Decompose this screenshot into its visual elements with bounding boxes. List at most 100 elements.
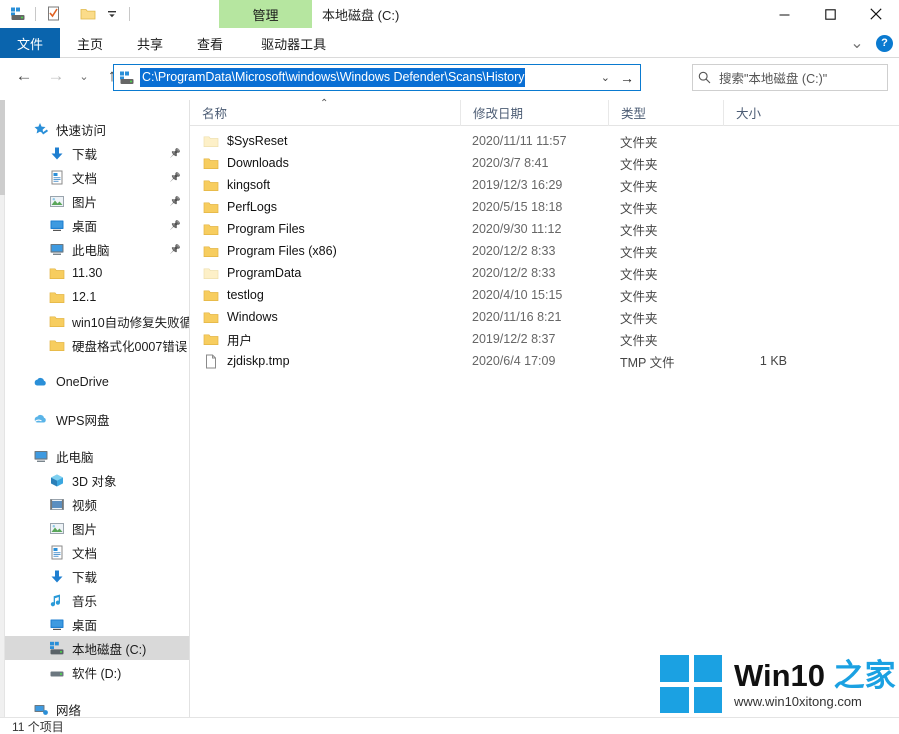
- tab-drive-tools[interactable]: 驱动器工具: [244, 28, 343, 58]
- customize-dropdown-icon[interactable]: [102, 4, 122, 24]
- column-header-3[interactable]: 大小: [723, 99, 805, 126]
- computer-icon: [31, 447, 51, 465]
- go-button[interactable]: →: [620, 70, 634, 86]
- address-input[interactable]: C:\ProgramData\Microsoft\windows\Windows…: [113, 64, 641, 91]
- sidebar-item-14[interactable]: 视频: [5, 492, 189, 516]
- document-icon: [47, 168, 67, 186]
- sidebar-item-5[interactable]: 此电脑 📌: [5, 237, 189, 261]
- forward-button[interactable]: →: [44, 63, 68, 89]
- sidebar-item-16[interactable]: 文档: [5, 540, 189, 564]
- tab-view[interactable]: 查看: [180, 28, 240, 58]
- column-header-0[interactable]: 名称 ⌃: [190, 97, 460, 126]
- address-dropdown-icon[interactable]: ⌄: [601, 71, 610, 84]
- cell-date-modified: 2020/12/2 8:33: [472, 244, 556, 258]
- cell-date-modified: 2020/5/15 18:18: [472, 200, 563, 214]
- sidebar-item-7[interactable]: 12.1: [5, 285, 189, 309]
- sidebar-item-13[interactable]: 3D 对象: [5, 468, 189, 492]
- table-row[interactable]: Program Files 2020/9/30 11:12 文件夹: [190, 218, 899, 240]
- tab-home[interactable]: 主页: [60, 28, 120, 58]
- drive-icon[interactable]: [8, 4, 28, 24]
- table-row[interactable]: kingsoft 2019/12/3 16:29 文件夹: [190, 174, 899, 196]
- table-row[interactable]: ProgramData 2020/12/2 8:33 文件夹: [190, 262, 899, 284]
- properties-icon[interactable]: [43, 4, 63, 24]
- ribbon-tab-bar: 文件 主页 共享 查看 驱动器工具 ⌄ ?: [0, 28, 899, 58]
- new-folder-icon[interactable]: [78, 4, 98, 24]
- column-header-1[interactable]: 修改日期: [460, 99, 608, 126]
- sidebar-item-label: 本地磁盘 (C:): [72, 642, 147, 657]
- cell-name: zjdiskp.tmp: [190, 354, 460, 369]
- table-row[interactable]: Windows 2020/11/16 8:21 文件夹: [190, 306, 899, 328]
- pictures-icon: [47, 192, 67, 210]
- pin-icon[interactable]: 📌: [170, 220, 181, 231]
- sidebar-item-1[interactable]: 下载 📌: [5, 141, 189, 165]
- sidebar-item-19[interactable]: 桌面: [5, 612, 189, 636]
- help-icon[interactable]: ?: [876, 34, 893, 52]
- table-row[interactable]: $SysReset 2020/11/11 11:57 文件夹: [190, 130, 899, 152]
- cell-type: 文件夹: [620, 311, 658, 326]
- window-controls: [761, 0, 899, 28]
- sidebar-item-2[interactable]: 文档 📌: [5, 165, 189, 189]
- desktop-icon: [47, 216, 67, 234]
- cell-date-modified: 2020/9/30 11:12: [472, 222, 562, 236]
- tab-file[interactable]: 文件: [0, 28, 61, 58]
- music-icon: [47, 591, 67, 609]
- pin-icon[interactable]: 📌: [170, 148, 181, 159]
- maximize-button[interactable]: [807, 0, 853, 28]
- file-rows: $SysReset 2020/11/11 11:57 文件夹 Downloads 202…: [190, 126, 899, 372]
- file-name-label: 用户: [227, 333, 253, 348]
- minimize-button[interactable]: [761, 0, 807, 28]
- recent-locations-button[interactable]: ⌄: [72, 63, 96, 89]
- pin-icon[interactable]: 📌: [170, 172, 181, 183]
- sidebar-item-18[interactable]: 音乐: [5, 588, 189, 612]
- sidebar-item-20[interactable]: 本地磁盘 (C:): [5, 636, 189, 660]
- sidebar-item-8[interactable]: win10自动修复失败循环: [5, 309, 189, 333]
- sidebar-item-17[interactable]: 下载: [5, 564, 189, 588]
- back-button[interactable]: ←: [12, 63, 36, 89]
- download-icon: [47, 144, 67, 162]
- table-row[interactable]: zjdiskp.tmp 2020/6/4 17:09 TMP 文件 1 KB: [190, 350, 899, 372]
- sidebar-item-label: 此电脑: [56, 450, 94, 465]
- sidebar-item-label: 音乐: [72, 594, 98, 609]
- table-row[interactable]: Program Files (x86) 2020/12/2 8:33 文件夹: [190, 240, 899, 262]
- sidebar-item-6[interactable]: 11.30: [5, 261, 189, 285]
- sidebar-item-22[interactable]: 网络: [5, 697, 189, 717]
- folder-faded-icon: [202, 134, 220, 149]
- table-row[interactable]: 用户 2019/12/2 8:37 文件夹: [190, 328, 899, 350]
- cell-type: TMP 文件: [620, 355, 675, 370]
- table-row[interactable]: Downloads 2020/3/7 8:41 文件夹: [190, 152, 899, 174]
- table-row[interactable]: testlog 2020/4/10 15:15 文件夹: [190, 284, 899, 306]
- cell-name: Downloads: [190, 156, 460, 171]
- close-button[interactable]: [853, 0, 899, 28]
- sidebar-item-3[interactable]: 图片 📌: [5, 189, 189, 213]
- sidebar-item-9[interactable]: 硬盘格式化0007错误: [5, 333, 189, 357]
- sidebar-item-label: 3D 对象: [72, 474, 117, 489]
- chevron-down-icon[interactable]: ⌄: [848, 34, 866, 52]
- sidebar-item-11[interactable]: WPS网盘: [5, 407, 189, 431]
- folder-icon: [202, 200, 220, 215]
- sidebar-item-12[interactable]: 此电脑: [5, 444, 189, 468]
- videos-icon: [47, 495, 67, 513]
- table-row[interactable]: PerfLogs 2020/5/15 18:18 文件夹: [190, 196, 899, 218]
- folder-icon: [202, 178, 220, 193]
- sidebar-item-label: 快速访问: [56, 123, 107, 138]
- pin-icon[interactable]: 📌: [170, 196, 181, 207]
- column-header-2[interactable]: 类型: [608, 99, 723, 126]
- sort-ascending-icon: ⌃: [320, 97, 329, 109]
- cell-type: 文件夹: [620, 135, 658, 150]
- sidebar-item-21[interactable]: 软件 (D:): [5, 660, 189, 684]
- navigation-pane: 快速访问 下载 📌 文档 📌 图片 📌 桌面 📌 此电脑 📌 11.30 12.1 win10自动修复失败…: [5, 100, 190, 717]
- search-box[interactable]: 搜索"本地磁盘 (C:)": [692, 64, 888, 91]
- tab-share[interactable]: 共享: [120, 28, 180, 58]
- pin-icon[interactable]: 📌: [170, 244, 181, 255]
- sidebar-item-4[interactable]: 桌面 📌: [5, 213, 189, 237]
- cell-date-modified: 2019/12/2 8:37: [472, 332, 556, 346]
- sidebar-item-10[interactable]: OneDrive: [5, 370, 189, 394]
- file-icon: [202, 354, 220, 369]
- qat-separator-3: [129, 7, 130, 21]
- title-bar: 管理 本地磁盘 (C:): [0, 0, 899, 28]
- sidebar-item-15[interactable]: 图片: [5, 516, 189, 540]
- download-icon: [47, 567, 67, 585]
- folder-icon: [47, 288, 67, 306]
- sidebar-item-0[interactable]: 快速访问: [5, 117, 189, 141]
